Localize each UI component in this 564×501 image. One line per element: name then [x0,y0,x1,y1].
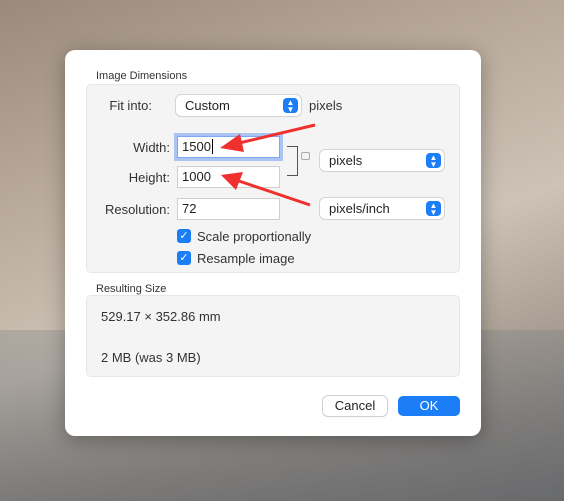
arrow-to-height [221,172,311,207]
arrow-to-width [220,123,316,152]
annotation-arrows [220,123,316,207]
